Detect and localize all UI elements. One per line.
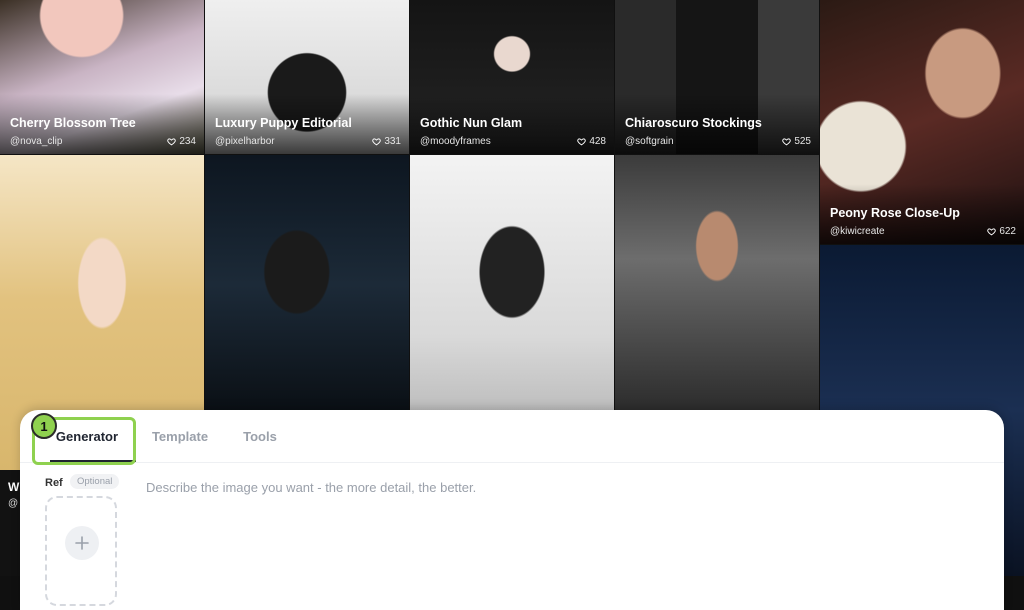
gallery-card[interactable]: Cherry Blossom Tree @nova_clip 234: [0, 0, 204, 154]
likes-count: 234: [179, 136, 196, 147]
tab-label: Generator: [55, 428, 119, 444]
card-title: Cherry Blossom Tree: [10, 116, 136, 130]
add-reference-button[interactable]: [65, 526, 99, 560]
gallery-card[interactable]: Chiaroscuro Stockings @softgrain 525: [615, 0, 819, 154]
prompt-input[interactable]: [146, 480, 966, 600]
gallery-card[interactable]: [205, 155, 409, 415]
card-title: Gothic Nun Glam: [420, 116, 523, 130]
card-user[interactable]: @softgrain: [625, 136, 674, 147]
card-likes[interactable]: 428: [577, 136, 606, 147]
likes-count: 331: [384, 136, 401, 147]
likes-count: 525: [794, 136, 811, 147]
likes-count: 622: [999, 226, 1016, 237]
tab-generator[interactable]: Generator: [34, 410, 140, 462]
ref-label: Ref: [45, 477, 63, 489]
card-likes[interactable]: 622: [987, 226, 1016, 237]
gallery-card[interactable]: Luxury Puppy Editorial @pixelharbor 331: [205, 0, 409, 154]
gallery-card[interactable]: [410, 155, 614, 415]
tab-label: Template: [151, 428, 209, 444]
card-likes[interactable]: 234: [167, 136, 196, 147]
plus-icon: [75, 536, 89, 550]
card-title: Peony Rose Close-Up: [830, 206, 960, 220]
heart-icon: [577, 138, 587, 146]
card-user[interactable]: @pixelharbor: [215, 136, 275, 147]
card-user[interactable]: @moodyframes: [420, 136, 491, 147]
tab-tools[interactable]: Tools: [230, 410, 290, 462]
heart-icon: [372, 138, 382, 146]
panel-tabs: Generator Template Tools: [20, 410, 1004, 463]
card-likes[interactable]: 525: [782, 136, 811, 147]
gallery-card[interactable]: Peony Rose Close-Up @kiwicreate 622: [820, 0, 1024, 244]
likes-count: 428: [589, 136, 606, 147]
card-title: Chiaroscuro Stockings: [625, 116, 762, 130]
heart-icon: [987, 228, 997, 236]
gallery-card[interactable]: Gothic Nun Glam @moodyframes 428: [410, 0, 614, 154]
card-image: [615, 155, 819, 415]
card-image: [410, 155, 614, 415]
card-image: [205, 155, 409, 415]
card-likes[interactable]: 331: [372, 136, 401, 147]
active-tab-indicator: [50, 460, 136, 462]
tab-template[interactable]: Template: [142, 410, 218, 462]
generator-panel: Generator Template Tools 1 Ref Optional: [20, 410, 1004, 610]
optional-badge: Optional: [70, 474, 120, 489]
card-user[interactable]: @kiwicreate: [830, 226, 885, 237]
heart-icon: [167, 138, 177, 146]
heart-icon: [782, 138, 792, 146]
card-user[interactable]: @nova_clip: [10, 136, 62, 147]
tab-label: Tools: [243, 428, 277, 444]
gallery-card-peek[interactable]: W @: [0, 470, 20, 576]
card-user: @: [8, 498, 19, 509]
gallery-card[interactable]: [615, 155, 819, 415]
reference-image-dropzone[interactable]: [45, 496, 117, 606]
card-title: Luxury Puppy Editorial: [215, 116, 352, 130]
card-title: W: [8, 480, 20, 494]
